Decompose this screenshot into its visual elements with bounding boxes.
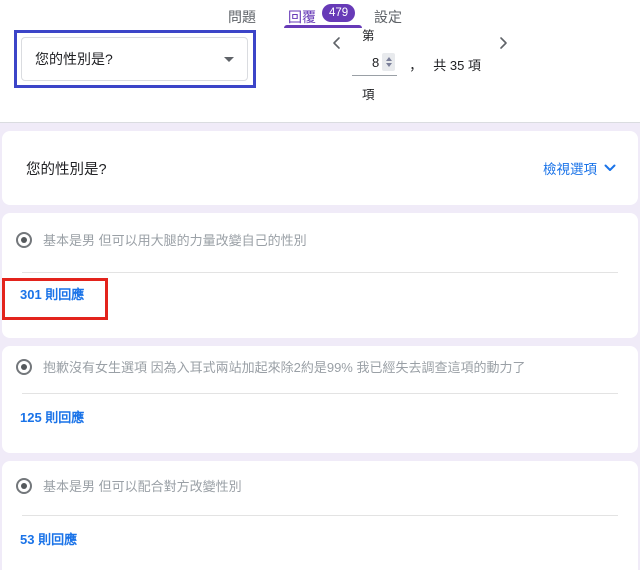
page-number-input[interactable]: 8 xyxy=(352,52,397,76)
tab-responses[interactable]: 回覆 xyxy=(288,7,316,27)
question-header-card: 您的性別是? 檢視選項 xyxy=(2,131,638,205)
radio-selected-icon xyxy=(16,359,32,375)
question-select-value: 您的性別是? xyxy=(35,49,113,69)
pagination-comma: ， xyxy=(409,55,422,74)
pagination-unit-label: 項 xyxy=(362,84,375,103)
number-spinner[interactable] xyxy=(382,53,395,71)
view-options-label: 檢視選項 xyxy=(543,158,597,178)
google-forms-responses-page: 問題 回覆 479 設定 您的性別是? 第 8 ， 共 35 xyxy=(0,0,640,570)
radio-selected-icon xyxy=(16,232,32,248)
spinner-up-icon[interactable] xyxy=(386,57,392,61)
dropdown-caret-icon xyxy=(224,57,234,62)
view-options-link[interactable]: 檢視選項 xyxy=(543,131,616,205)
answer-text: 抱歉沒有女生選項 因為入耳式兩站加起來除2約是99% 我已經失去調查這項的動力了 xyxy=(43,357,525,376)
top-section: 問題 回覆 479 設定 您的性別是? 第 8 ， 共 35 xyxy=(0,0,640,123)
question-select-dropdown[interactable]: 您的性別是? xyxy=(21,37,248,81)
question-title: 您的性別是? xyxy=(26,131,107,205)
responses-count-badge: 479 xyxy=(322,4,355,22)
spinner-down-icon[interactable] xyxy=(386,63,392,67)
response-count-link[interactable]: 301 則回應 xyxy=(20,287,84,303)
answer-text: 基本是男 但可以用大腿的力量改變自己的性別 xyxy=(43,230,307,249)
divider xyxy=(22,393,618,394)
chevron-down-icon xyxy=(604,164,616,172)
tab-questions[interactable]: 問題 xyxy=(228,7,256,27)
radio-selected-icon xyxy=(16,478,32,494)
pagination-prefix-label: 第 xyxy=(362,25,375,44)
pagination-row: 8 ， 共 35 項 xyxy=(352,52,481,76)
active-tab-underline xyxy=(284,25,362,28)
divider xyxy=(22,272,618,273)
response-count-link[interactable]: 125 則回應 xyxy=(20,410,84,426)
answer-card: 抱歉沒有女生選項 因為入耳式兩站加起來除2約是99% 我已經失去調查這項的動力了… xyxy=(2,346,638,453)
answer-card: 基本是男 但可以配合對方改變性別 53 則回應 xyxy=(2,461,638,570)
tab-settings[interactable]: 設定 xyxy=(374,7,402,27)
divider xyxy=(22,515,618,516)
response-count-link[interactable]: 53 則回應 xyxy=(20,532,77,548)
pagination-total-label: 共 35 項 xyxy=(433,55,481,74)
page-number-value: 8 xyxy=(372,55,379,70)
answer-card: 基本是男 但可以用大腿的力量改變自己的性別 301 則回應 xyxy=(2,213,638,338)
answer-row: 抱歉沒有女生選項 因為入耳式兩站加起來除2約是99% 我已經失去調查這項的動力了 xyxy=(16,357,618,376)
chevron-left-icon[interactable] xyxy=(330,36,344,50)
answer-row: 基本是男 但可以用大腿的力量改變自己的性別 xyxy=(16,230,618,249)
answer-row: 基本是男 但可以配合對方改變性別 xyxy=(16,476,618,495)
answer-text: 基本是男 但可以配合對方改變性別 xyxy=(43,476,242,495)
chevron-right-icon[interactable] xyxy=(496,36,510,50)
